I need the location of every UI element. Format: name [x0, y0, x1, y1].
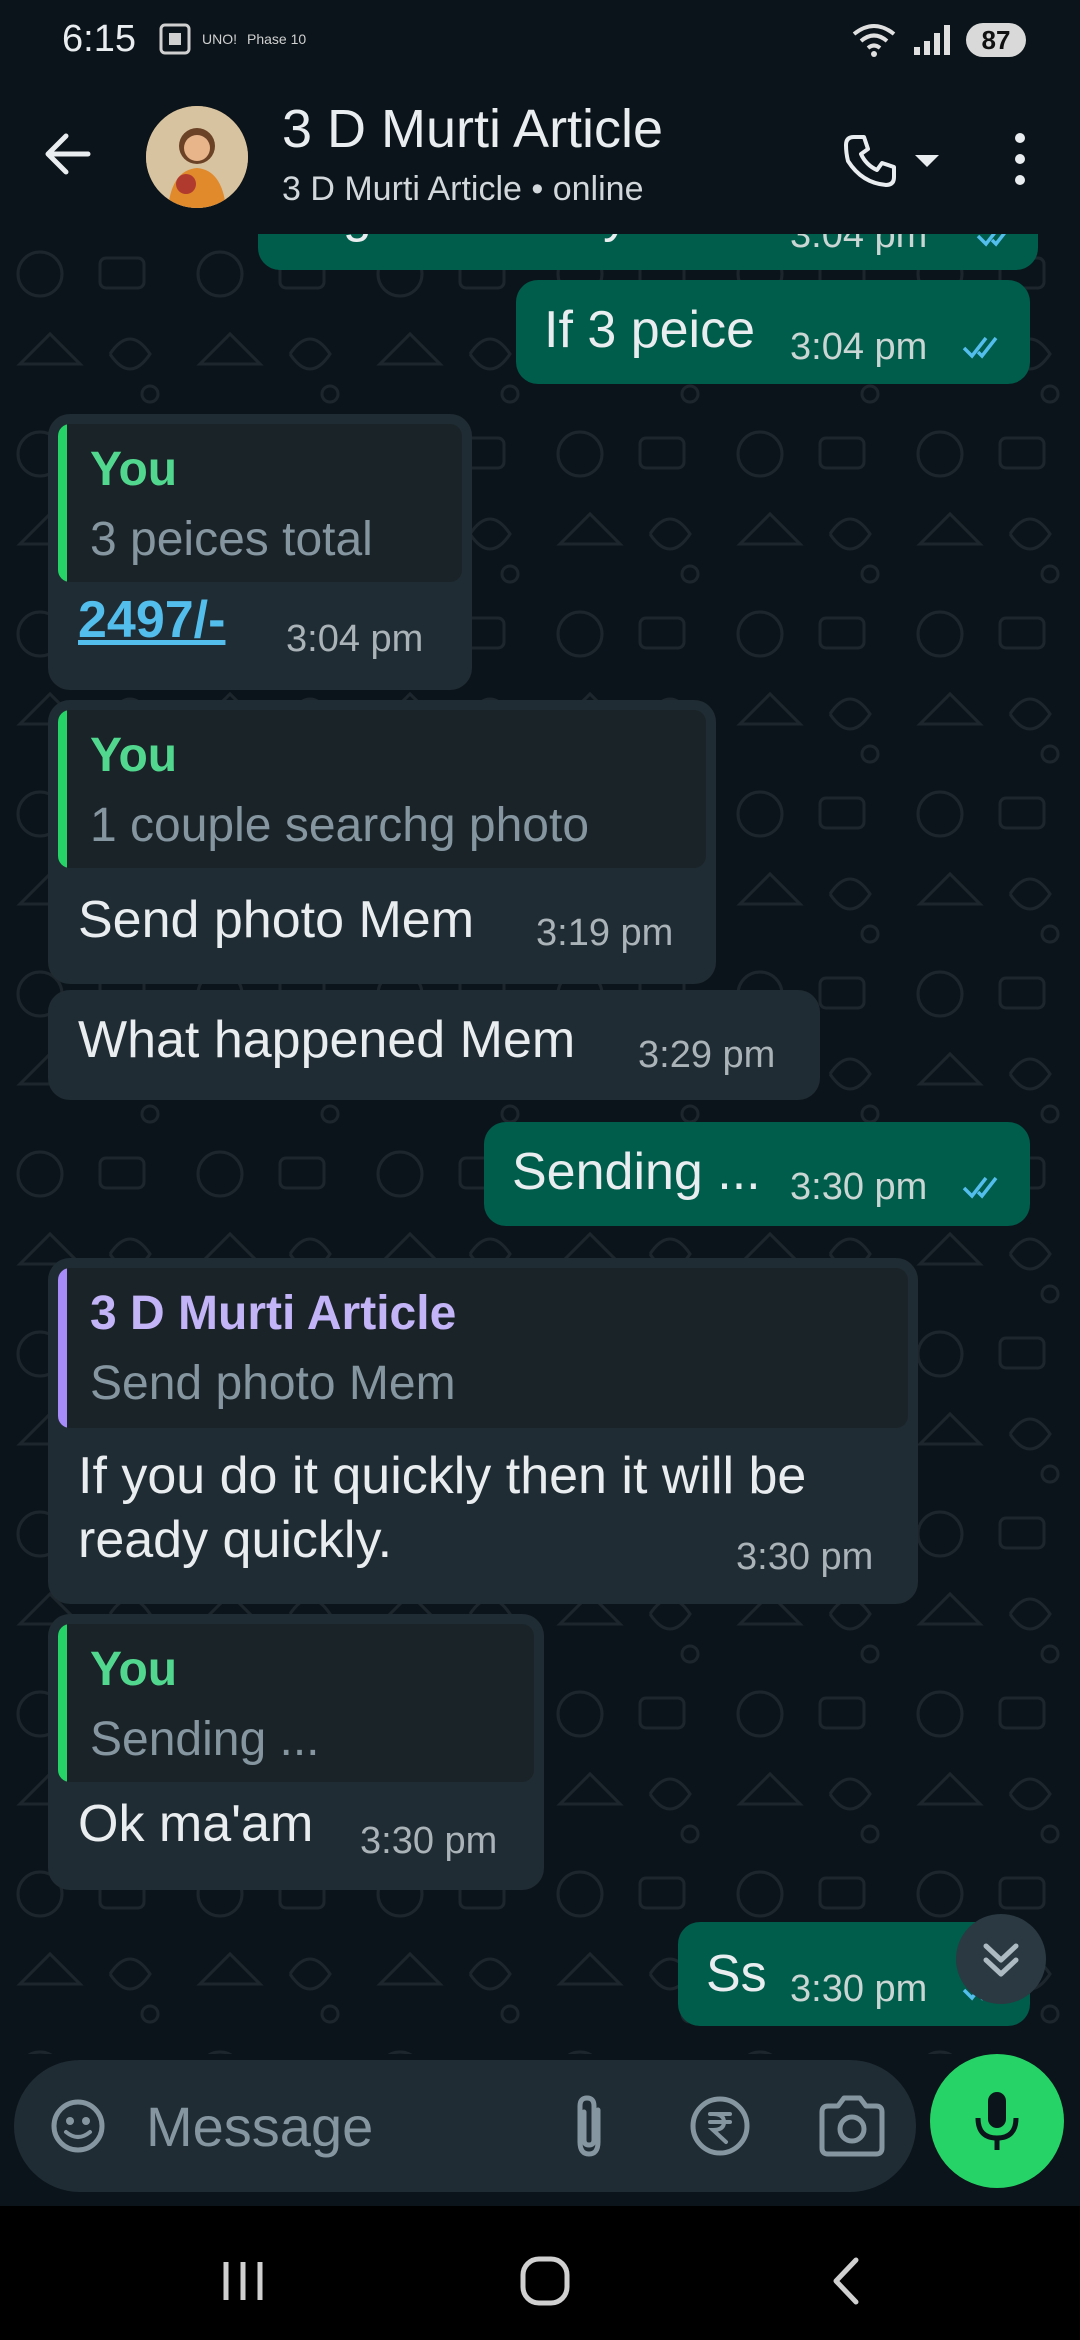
signal-icon	[914, 25, 950, 55]
nav-home-icon[interactable]	[500, 2236, 590, 2326]
quote-author: 3 D Murti Article	[90, 1287, 457, 1340]
quote-text: Sending ...	[90, 1713, 320, 1766]
call-button[interactable]	[840, 126, 960, 196]
quote-accent-bar	[58, 424, 67, 582]
message-input[interactable]	[146, 2088, 446, 2164]
phase10-app-icon: Phase 10	[247, 31, 307, 47]
nav-recents-icon[interactable]	[198, 2236, 288, 2326]
status-system-icons: 87	[850, 22, 1026, 58]
message-bubble-incoming[interactable]: What happened Mem 3:29 pm	[48, 990, 820, 1100]
message-composer	[14, 2060, 916, 2192]
message-time: 3:30 pm	[790, 1166, 928, 1208]
quote-accent-bar	[58, 1268, 67, 1428]
read-ticks-icon	[976, 234, 1006, 247]
message-time: 3:30 pm	[790, 1968, 928, 2010]
phone-icon	[844, 135, 896, 187]
message-text: Sending ...	[512, 1143, 761, 1201]
status-time: 6:15	[62, 18, 136, 60]
message-text-line-1: If you do it quickly then it will be	[78, 1447, 807, 1505]
more-vert-icon[interactable]	[1000, 124, 1040, 194]
quote-author: You	[90, 1643, 178, 1696]
message-text: Send photo Mem	[78, 891, 475, 949]
message-time: 3:04 pm	[286, 618, 424, 660]
message-bubble-incoming[interactable]: 3 D Murti Article Send photo Mem If you …	[48, 1258, 918, 1604]
chat-subtitle[interactable]: 3 D Murti Article • online	[282, 170, 643, 209]
status-notification-icons: UNO! Phase 10	[158, 22, 306, 56]
quote-text: 3 peices total	[90, 513, 373, 566]
screenshot-icon	[159, 23, 191, 55]
quoted-message[interactable]: You 1 couple searchg photo	[58, 710, 706, 868]
read-ticks-icon	[962, 1176, 998, 1199]
rupee-icon[interactable]	[686, 2092, 754, 2160]
avatar[interactable]	[146, 106, 248, 208]
nav-back-icon[interactable]	[802, 2236, 892, 2326]
message-time: 3:04 pm	[790, 326, 928, 368]
scroll-to-bottom-button[interactable]	[956, 1914, 1046, 2004]
voice-record-button[interactable]	[930, 2054, 1064, 2188]
quote-accent-bar	[58, 1624, 67, 1782]
chat-header: 3 D Murti Article 3 D Murti Article • on…	[0, 84, 1080, 234]
battery-indicator: 87	[966, 23, 1026, 57]
message-bubble-outgoing[interactable]: If 3 peice 3:04 pm	[516, 280, 1030, 384]
quoted-message[interactable]: You 3 peices total	[58, 424, 462, 582]
message-bubble-incoming[interactable]: You Sending ... Ok ma'am 3:30 pm	[48, 1614, 544, 1890]
whatsapp-chat-screen: 6:15 UNO! Phase 10 87 3 D Murti Article …	[0, 0, 1080, 2340]
message-text: Together u say deal	[288, 234, 742, 244]
message-time: 3:29 pm	[638, 1034, 776, 1076]
quote-author: You	[90, 729, 178, 782]
scroll-down-icon	[983, 1943, 1019, 1977]
quoted-message[interactable]: 3 D Murti Article Send photo Mem	[58, 1268, 908, 1428]
message-link-text[interactable]: 2497/-	[78, 590, 225, 650]
read-ticks-icon	[962, 336, 998, 359]
message-list[interactable]: Together u say deal 3:04 pm If 3 peice 3…	[0, 234, 1080, 2054]
message-time: 3:19 pm	[536, 912, 674, 954]
message-text-line-2: ready quickly.	[78, 1511, 393, 1569]
status-bar: 6:15 UNO! Phase 10 87	[0, 0, 1080, 84]
camera-icon[interactable]	[816, 2094, 888, 2158]
quoted-message[interactable]: You Sending ...	[58, 1624, 534, 1782]
chat-title[interactable]: 3 D Murti Article	[282, 98, 663, 160]
quote-text: Send photo Mem	[90, 1357, 456, 1410]
message-time: 3:04 pm	[790, 234, 928, 256]
dropdown-icon	[915, 155, 939, 167]
message-text: Ok ma'am	[78, 1795, 314, 1853]
message-bubble-incoming[interactable]: You 3 peices total 2497/- 3:04 pm	[48, 414, 472, 690]
message-text: If 3 peice	[544, 301, 756, 359]
message-time: 3:30 pm	[736, 1536, 874, 1578]
quote-author: You	[90, 443, 178, 496]
wifi-icon	[852, 24, 896, 57]
message-text: Ss	[706, 1945, 767, 2003]
uno-app-icon: UNO!	[202, 31, 237, 47]
quote-accent-bar	[58, 710, 67, 868]
quote-text: 1 couple searchg photo	[90, 799, 590, 852]
message-bubble-incoming[interactable]: You 1 couple searchg photo Send photo Me…	[48, 700, 716, 984]
message-text: What happened Mem	[78, 1011, 576, 1069]
back-arrow-icon[interactable]	[40, 126, 96, 182]
message-bubble-outgoing[interactable]: Together u say deal 3:04 pm	[258, 234, 1038, 270]
emoji-icon[interactable]	[48, 2096, 108, 2156]
avatar-image	[146, 106, 248, 208]
system-navigation-bar	[0, 2206, 1080, 2340]
attach-icon[interactable]	[554, 2090, 624, 2164]
message-time: 3:30 pm	[360, 1820, 498, 1862]
mic-icon	[975, 2092, 1019, 2150]
message-bubble-outgoing[interactable]: Sending ... 3:30 pm	[484, 1122, 1030, 1226]
